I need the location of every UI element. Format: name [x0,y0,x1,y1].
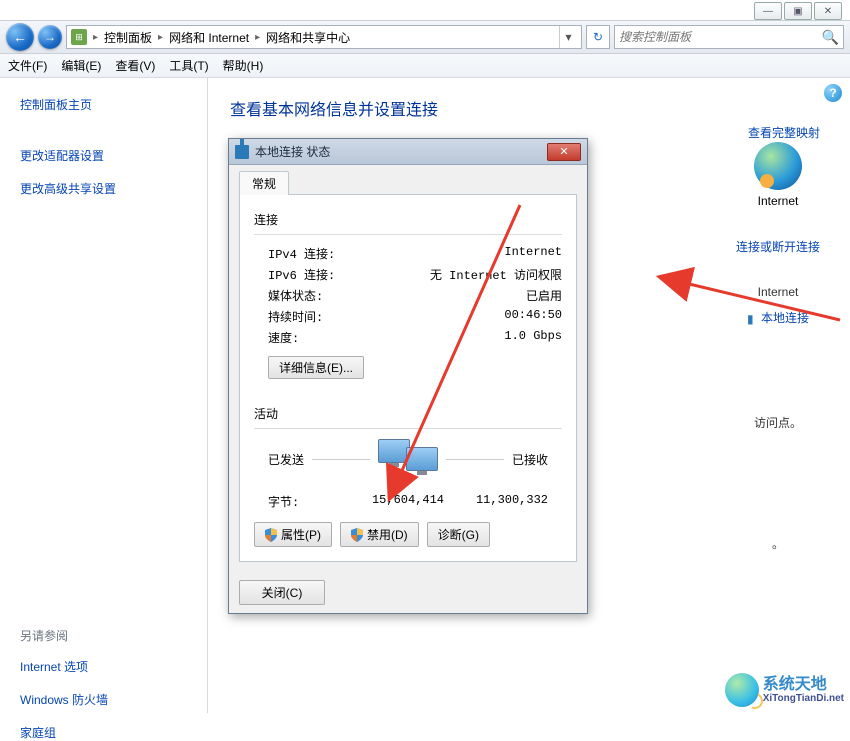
minimize-button[interactable]: — [754,2,782,20]
chevron-right-icon: ▸ [91,32,100,43]
sidebar-link-internet-options[interactable]: Internet 选项 [20,658,187,675]
search-box[interactable]: 🔍 [614,25,844,49]
dialog-close-button[interactable]: ✕ [547,143,581,161]
received-label: 已接收 [512,451,548,468]
row-media-state: 媒体状态:已启用 [254,285,562,306]
section-activity-header: 活动 [254,405,562,422]
internet-globe-icon [754,142,802,190]
breadcrumb-item[interactable]: 网络和共享中心 [266,29,350,46]
dialog-title: 本地连接 状态 [255,143,330,160]
shield-icon [351,528,363,542]
menu-help[interactable]: 帮助(H) [223,57,264,74]
navigation-toolbar: ← → ⊞ ▸ 控制面板 ▸ 网络和 Internet ▸ 网络和共享中心 ▾ … [0,20,850,54]
tab-general[interactable]: 常规 [239,171,289,195]
row-speed: 速度:1.0 Gbps [254,327,562,348]
search-input[interactable] [619,30,822,44]
chevron-right-icon: ▸ [253,32,262,43]
menu-view[interactable]: 查看(V) [115,57,155,74]
network-icon [235,145,249,159]
nav-back-button[interactable]: ← [6,23,34,51]
nav-forward-button[interactable]: → [38,25,62,49]
section-connection-header: 连接 [254,211,562,228]
search-icon[interactable]: 🔍 [822,29,839,46]
dialog-title-bar[interactable]: 本地连接 状态 ✕ [229,139,587,165]
shield-icon [265,528,277,542]
sidebar: 控制面板主页 更改适配器设置 更改高级共享设置 另请参阅 Internet 选项… [0,78,208,713]
chevron-right-icon: ▸ [156,32,165,43]
sidebar-home-link[interactable]: 控制面板主页 [20,96,187,113]
sidebar-link-windows-firewall[interactable]: Windows 防火墙 [20,691,187,708]
bytes-label: 字节: [268,493,361,510]
properties-button[interactable]: 属性(P) [254,522,332,547]
internet-section-label: Internet [736,285,820,299]
control-panel-icon: ⊞ [71,29,87,45]
menu-edit[interactable]: 编辑(E) [61,57,101,74]
breadcrumb-item[interactable]: 控制面板 [104,29,152,46]
partial-text: 。 [736,535,820,552]
close-button[interactable]: ✕ [814,2,842,20]
address-dropdown-button[interactable]: ▾ [559,26,577,48]
address-bar[interactable]: ⊞ ▸ 控制面板 ▸ 网络和 Internet ▸ 网络和共享中心 ▾ [66,25,582,49]
refresh-button[interactable]: ↻ [586,25,610,49]
tab-strip: 常规 [239,171,577,195]
menu-file[interactable]: 文件(F) [8,57,47,74]
maximize-button[interactable]: ▣ [784,2,812,20]
tab-content-general: 连接 IPv4 连接:Internet IPv6 连接:无 Internet 访… [239,195,577,562]
menu-tools[interactable]: 工具(T) [169,57,208,74]
partial-text: 访问点。 [736,414,820,431]
row-duration: 持续时间:00:46:50 [254,306,562,327]
page-title: 查看基本网络信息并设置连接 [230,96,828,120]
details-button[interactable]: 详细信息(E)... [268,356,364,379]
sent-label: 已发送 [268,451,304,468]
bytes-sent-value: 15,604,414 [361,493,454,510]
local-connection-link[interactable]: 本地连接 [761,309,809,326]
bytes-received-value: 11,300,332 [455,493,548,510]
window-title-bar: — ▣ ✕ [0,0,850,20]
menu-bar: 文件(F) 编辑(E) 查看(V) 工具(T) 帮助(H) [0,54,850,78]
breadcrumb-item[interactable]: 网络和 Internet [169,29,249,46]
also-see-label: 另请参阅 [20,627,187,644]
row-ipv4: IPv4 连接:Internet [254,243,562,264]
diagnose-button[interactable]: 诊断(G) [427,522,490,547]
sidebar-link-homegroup[interactable]: 家庭组 [20,724,187,741]
dialog-close-bottom-button[interactable]: 关闭(C) [239,580,325,605]
network-map-area: 查看完整映射 Internet 连接或断开连接 Internet ▮ 本地连接 … [736,118,820,552]
internet-label: Internet [736,194,820,208]
help-icon[interactable]: ? [824,84,842,102]
connect-disconnect-link[interactable]: 连接或断开连接 [736,238,820,255]
sidebar-link-advanced-sharing[interactable]: 更改高级共享设置 [20,180,187,197]
sidebar-link-adapter-settings[interactable]: 更改适配器设置 [20,147,187,164]
disable-button[interactable]: 禁用(D) [340,522,419,547]
connection-icon: ▮ [747,312,754,326]
row-ipv6: IPv6 连接:无 Internet 访问权限 [254,264,562,285]
connection-status-dialog: 本地连接 状态 ✕ 常规 连接 IPv4 连接:Internet IPv6 连接… [228,138,588,614]
activity-monitors-icon [378,439,438,479]
view-full-map-link[interactable]: 查看完整映射 [748,124,820,141]
